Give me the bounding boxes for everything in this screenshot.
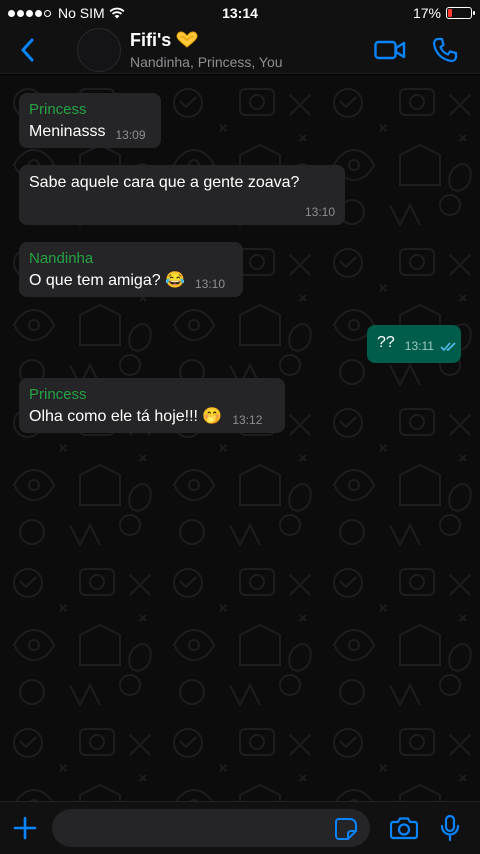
back-button[interactable] [5, 26, 49, 74]
header-actions [374, 37, 458, 63]
message-bubble-outgoing[interactable]: ?? 13:11 [367, 325, 461, 363]
status-bar: No SIM 13:14 17% [0, 0, 480, 26]
chat-title: Fifi's [130, 30, 283, 51]
battery-percent: 17% [412, 5, 441, 21]
camera-icon[interactable] [390, 816, 418, 840]
message-bubble-incoming[interactable]: Sabe aquele cara que a gente zoava? 13:1… [19, 165, 345, 225]
chat-info[interactable]: Fifi's Nandinha, Princess, You [130, 30, 283, 70]
message-time: 13:10 [195, 277, 226, 291]
message-bubble-incoming[interactable]: Princess Olha como ele tá hoje!!! 🤭 13:1… [19, 378, 285, 433]
message-text: Sabe aquele cara que a gente zoava? [29, 174, 300, 191]
chat-title-text: Fifi's [130, 29, 172, 50]
message-time: 13:09 [115, 128, 146, 142]
battery-icon [446, 7, 475, 19]
carrier-label: No SIM [58, 5, 105, 21]
group-avatar[interactable] [77, 27, 121, 72]
microphone-icon[interactable] [440, 814, 460, 842]
message-time: 13:12 [232, 413, 263, 427]
chat-area[interactable]: Princess Meninasss 13:09 Sabe aquele car… [0, 75, 480, 801]
message-text: Meninasss [29, 123, 106, 140]
message-time: 13:11 [404, 339, 434, 353]
message-input-bar [0, 801, 480, 854]
status-right: 17% [412, 5, 475, 21]
battery-level [448, 9, 452, 17]
read-receipt-icon [440, 342, 456, 352]
message-input[interactable] [52, 809, 370, 847]
message-bubble-incoming[interactable]: Princess Meninasss 13:09 [19, 93, 161, 148]
message-text: Olha como ele tá hoje!!! 🤭 [29, 408, 223, 425]
chat-header: Fifi's Nandinha, Princess, You [0, 26, 480, 74]
message-time: 13:10 [304, 205, 335, 219]
attach-button[interactable] [0, 816, 50, 840]
message-time-wrapper: 13:11 [405, 339, 458, 353]
video-call-icon[interactable] [374, 40, 406, 60]
message-sender: Nandinha [29, 250, 94, 267]
heart-hands-icon [176, 31, 198, 48]
message-sender: Princess [29, 386, 87, 403]
message-text: ?? [377, 334, 395, 351]
signal-strength-icon [8, 9, 51, 17]
status-left: No SIM [8, 5, 125, 21]
sticker-icon[interactable] [334, 817, 358, 841]
message-text: O que tem amiga? 😂 [29, 272, 185, 289]
message-sender: Princess [29, 101, 87, 118]
plus-icon [13, 816, 37, 840]
wifi-icon [109, 7, 125, 19]
message-bubble-incoming[interactable]: Nandinha O que tem amiga? 😂 13:10 [19, 242, 243, 297]
participants-list: Nandinha, Princess, You [130, 53, 283, 70]
back-chevron-icon [21, 38, 34, 61]
phone-call-icon[interactable] [432, 37, 458, 63]
